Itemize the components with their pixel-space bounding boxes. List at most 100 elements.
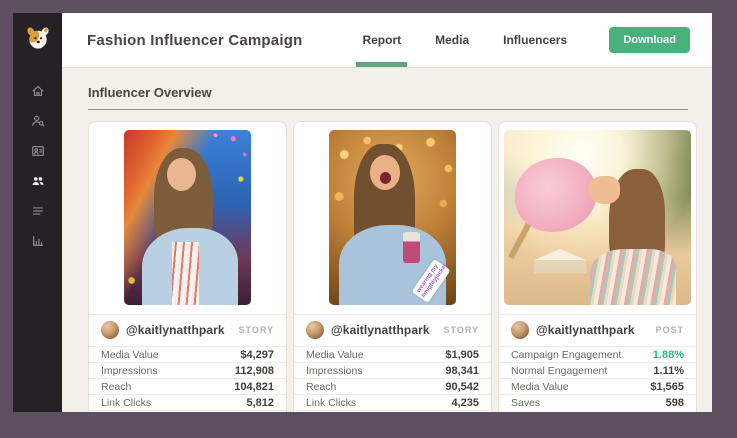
purple-frame: Fashion Influencer Campaign Report Media… <box>0 0 737 438</box>
stat-row: Media Value $1,905 <box>294 346 491 362</box>
list-icon <box>32 207 43 215</box>
photo-wrap: wearing my #mightyjacket <box>294 122 491 314</box>
stat-value: 90,542 <box>445 381 479 393</box>
sidebar-item-reports[interactable] <box>23 226 53 256</box>
photo-figure <box>590 249 677 305</box>
home-icon <box>32 85 43 96</box>
story-photo-carousel[interactable]: wearing my #mightyjacket <box>329 130 456 305</box>
header-actions: Download <box>609 13 712 67</box>
user-row: @kaitlynatthpark STORY <box>89 314 286 346</box>
sidebar-nav <box>23 76 53 256</box>
sidebar-item-influencers[interactable] <box>23 166 53 196</box>
photo-figure <box>402 231 421 263</box>
tab-bar: Report Media Influencers <box>356 13 599 67</box>
stat-value: 98,341 <box>445 365 479 377</box>
stat-row: Replies 340 <box>294 410 491 412</box>
photo-figure <box>172 242 199 305</box>
header: Fashion Influencer Campaign Report Media… <box>62 13 712 68</box>
sidebar-item-lists[interactable] <box>23 196 53 226</box>
stat-label: Reach <box>101 381 132 393</box>
stat-row: Reach 90,542 <box>294 378 491 394</box>
person-search-icon <box>31 115 44 127</box>
stats-list: Media Value $4,297 Impressions 112,908 R… <box>89 346 286 412</box>
photo-figure <box>588 175 620 204</box>
section-title: Influencer Overview <box>88 85 212 100</box>
people-group-icon <box>32 177 44 186</box>
stat-label: Impressions <box>306 365 363 377</box>
app-window: Fashion Influencer Campaign Report Media… <box>13 13 712 412</box>
bar-chart-icon <box>32 236 43 246</box>
stat-label: Media Value <box>511 381 569 393</box>
username[interactable]: @kaitlynatthpark <box>331 323 430 337</box>
stat-value: $4,297 <box>240 349 274 361</box>
user-row: @kaitlynatthpark STORY <box>294 314 491 346</box>
stat-row: Campaign Engagement 1.88% <box>499 346 696 362</box>
avatar[interactable] <box>306 321 324 339</box>
stats-list: Media Value $1,905 Impressions 98,341 Re… <box>294 346 491 412</box>
media-type-badge: STORY <box>443 325 479 335</box>
stat-label: Link Clicks <box>306 397 357 409</box>
content: Influencer Overview @kaitlynatthpark STO… <box>62 68 712 412</box>
stat-value: 1.11% <box>653 365 684 377</box>
photo-figure <box>515 158 598 232</box>
stat-row: Media Value $4,297 <box>89 346 286 362</box>
stat-label: Media Value <box>101 349 159 361</box>
download-button[interactable]: Download <box>609 27 690 53</box>
stat-label: Normal Engagement <box>511 365 608 377</box>
stat-row: Reach 104,821 <box>89 378 286 394</box>
stat-label: Media Value <box>306 349 364 361</box>
photo-figure <box>508 221 532 259</box>
stat-row: Impressions 98,341 <box>294 362 491 378</box>
dog-logo[interactable] <box>24 24 52 52</box>
stat-row: Saves 598 <box>499 394 696 410</box>
sidebar-item-contacts[interactable] <box>23 136 53 166</box>
story-photo-carnival[interactable] <box>124 130 251 305</box>
sidebar <box>13 13 62 412</box>
stat-value: $1,565 <box>650 381 684 393</box>
stat-label: Reach <box>306 381 337 393</box>
stat-label: Campaign Engagement <box>511 349 622 361</box>
influencer-card-story-1[interactable]: @kaitlynatthpark STORY Media Value $4,29… <box>88 121 287 412</box>
username[interactable]: @kaitlynatthpark <box>536 323 635 337</box>
stat-label: Saves <box>511 397 541 409</box>
influencer-cards: @kaitlynatthpark STORY Media Value $4,29… <box>88 121 697 412</box>
tab-report[interactable]: Report <box>356 13 407 67</box>
stat-row: Link Clicks 5,812 <box>89 394 286 410</box>
stat-row: Replies 576 <box>89 410 286 412</box>
media-type-badge: STORY <box>238 325 274 335</box>
stat-value: 112,908 <box>234 365 274 377</box>
media-type-badge: POST <box>655 325 684 335</box>
username[interactable]: @kaitlynatthpark <box>126 323 225 337</box>
photo-wrap <box>89 122 286 314</box>
stat-value: 104,821 <box>234 381 274 393</box>
contact-card-icon <box>31 146 44 156</box>
user-row: @kaitlynatthpark POST <box>499 314 696 346</box>
sidebar-item-home[interactable] <box>23 76 53 106</box>
photo-wrap <box>499 122 696 314</box>
post-photo-cotton-candy[interactable] <box>504 130 691 305</box>
stat-value: 598 <box>665 397 684 409</box>
avatar[interactable] <box>511 321 529 339</box>
photo-figure <box>533 249 587 274</box>
stat-label: Impressions <box>101 365 158 377</box>
main-area: Fashion Influencer Campaign Report Media… <box>62 13 712 412</box>
stats-list: Campaign Engagement 1.88% Normal Engagem… <box>499 346 696 410</box>
stat-row: Normal Engagement 1.11% <box>499 362 696 378</box>
influencer-card-post[interactable]: @kaitlynatthpark POST Campaign Engagemen… <box>498 121 697 412</box>
stat-label: Link Clicks <box>101 397 152 409</box>
stat-value: 4,235 <box>451 397 479 409</box>
tab-influencers[interactable]: Influencers <box>501 13 569 67</box>
stat-value: 5,812 <box>246 397 274 409</box>
sidebar-item-discovery[interactable] <box>23 106 53 136</box>
section-divider <box>88 109 688 110</box>
stat-value-campaign-engagement: 1.88% <box>652 349 684 361</box>
stat-value: $1,905 <box>445 349 479 361</box>
page-title: Fashion Influencer Campaign <box>87 31 303 49</box>
tab-media[interactable]: Media <box>433 13 471 67</box>
screenshot-frame: { "header": { "title": "Fashion Influenc… <box>0 0 737 438</box>
stat-row: Impressions 112,908 <box>89 362 286 378</box>
influencer-card-story-2[interactable]: wearing my #mightyjacket @kaitlynatthpar… <box>293 121 492 412</box>
stat-row: Media Value $1,565 <box>499 378 696 394</box>
avatar[interactable] <box>101 321 119 339</box>
stat-row: Link Clicks 4,235 <box>294 394 491 410</box>
